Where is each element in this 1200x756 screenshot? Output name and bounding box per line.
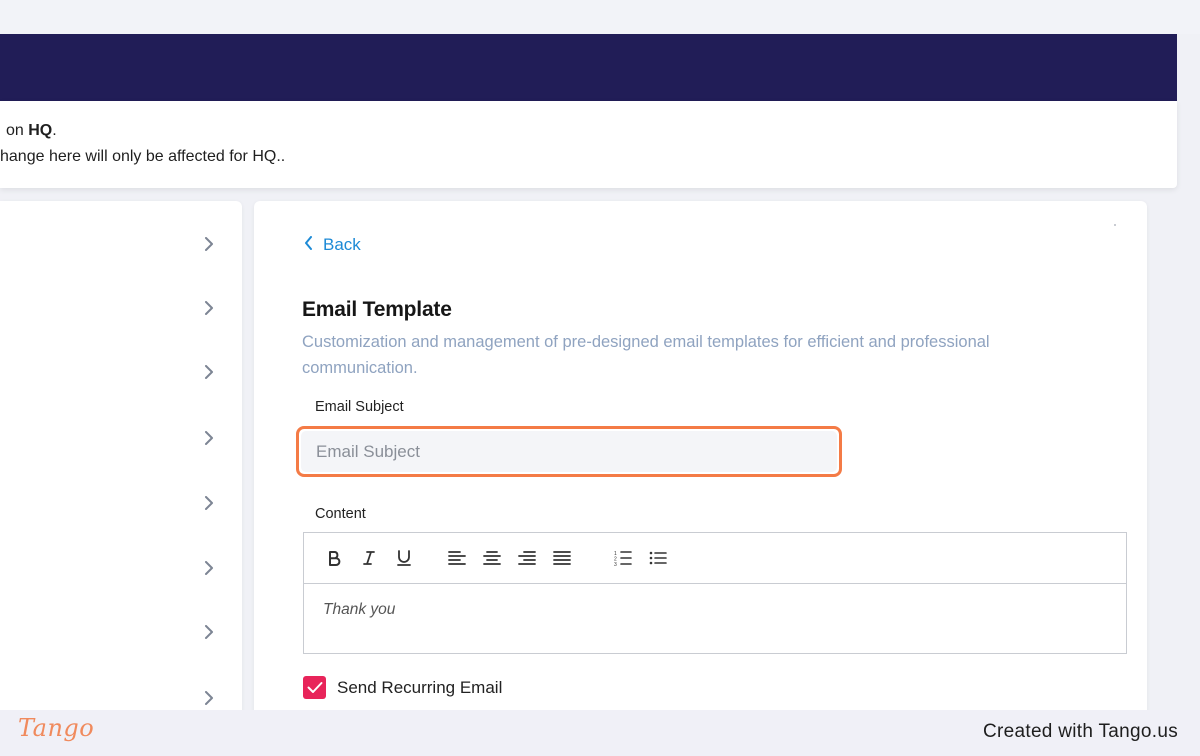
bold-icon[interactable] xyxy=(322,546,346,570)
notice-line-2: hange here will only be affected for HQ.… xyxy=(0,148,286,165)
tango-footer: Tango Created with Tango.us xyxy=(0,710,1200,756)
align-left-icon[interactable] xyxy=(445,546,469,570)
chevron-right-icon[interactable] xyxy=(202,561,216,575)
chevron-right-icon[interactable] xyxy=(202,496,216,510)
notice-line-1: on HQ. xyxy=(6,122,57,140)
recurring-email-label: Send Recurring Email xyxy=(337,677,503,697)
svg-text:3: 3 xyxy=(614,562,617,566)
italic-icon[interactable] xyxy=(357,546,381,570)
align-center-icon[interactable] xyxy=(480,546,504,570)
send-recurring-email-option[interactable]: Send Recurring Email xyxy=(303,676,502,699)
email-template-panel: Back Email Template Customization and ma… xyxy=(254,201,1147,721)
chevron-left-icon xyxy=(304,235,313,255)
settings-sidebar xyxy=(0,201,242,721)
back-link[interactable]: Back xyxy=(304,235,361,255)
page-description: Customization and management of pre-desi… xyxy=(302,333,990,377)
location-notice: on HQ. hange here will only be affected … xyxy=(0,101,1177,188)
underline-icon[interactable] xyxy=(392,546,416,570)
chevron-right-icon[interactable] xyxy=(202,625,216,639)
top-frame xyxy=(0,0,1200,34)
back-label: Back xyxy=(323,235,361,254)
chevron-right-icon[interactable] xyxy=(202,365,216,379)
bullet-list-icon[interactable] xyxy=(646,546,670,570)
tango-logo: Tango xyxy=(18,714,95,742)
notice-suffix: . xyxy=(52,122,57,139)
align-right-icon[interactable] xyxy=(515,546,539,570)
content-label: Content xyxy=(315,506,366,522)
chevron-right-icon[interactable] xyxy=(202,431,216,445)
chevron-right-icon[interactable] xyxy=(202,691,216,705)
notice-prefix: on xyxy=(6,122,29,139)
scroll-indicator xyxy=(1114,224,1116,226)
editor-body[interactable]: Thank you xyxy=(304,584,1126,619)
recurring-email-checkbox[interactable] xyxy=(303,676,326,699)
align-justify-icon[interactable] xyxy=(550,546,574,570)
chevron-right-icon[interactable] xyxy=(202,237,216,251)
chevron-right-icon[interactable] xyxy=(202,301,216,315)
checkmark-icon xyxy=(307,682,322,693)
editor-toolbar: 123 xyxy=(304,533,1126,584)
ordered-list-icon[interactable]: 123 xyxy=(611,546,635,570)
notice-location: HQ xyxy=(28,122,53,139)
email-subject-label: Email Subject xyxy=(315,399,404,415)
content-editor: 123 Thank you xyxy=(303,532,1127,654)
page-title: Email Template xyxy=(302,298,452,321)
email-subject-highlight xyxy=(296,426,842,477)
header-bar xyxy=(0,34,1177,101)
email-subject-input[interactable] xyxy=(301,431,837,472)
tango-credit: Created with Tango.us xyxy=(982,721,1178,742)
